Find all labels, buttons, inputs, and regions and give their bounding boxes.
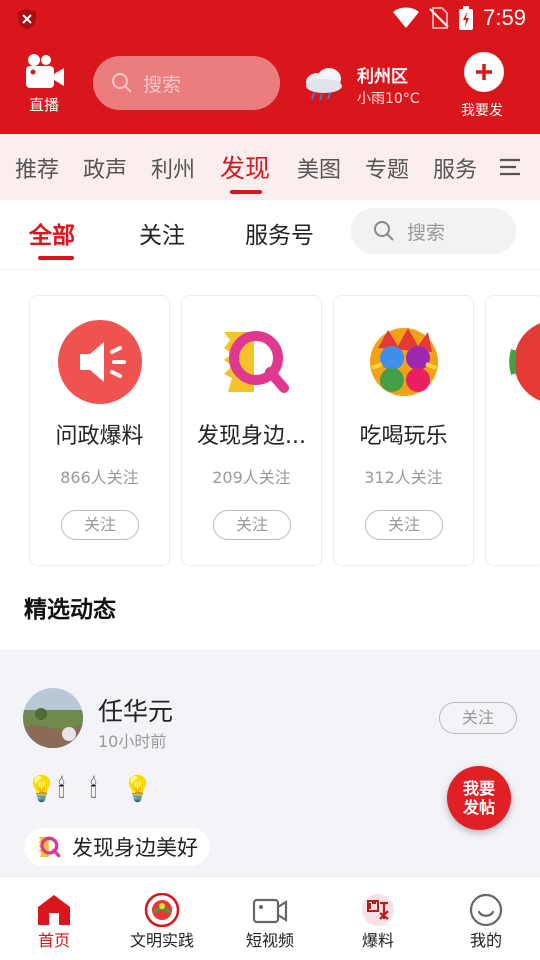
topic-follow-count: 312人关注 [364, 468, 443, 487]
active-subtab-indicator [38, 256, 74, 260]
topic-card[interactable]: 问政爆料 866人关注 关注 [29, 295, 170, 566]
nav-profile[interactable]: 我的 [432, 877, 540, 960]
follow-author-button[interactable]: 关注 [439, 702, 517, 734]
nav-home[interactable]: 首页 [0, 877, 108, 960]
sub-tabs: 全部 关注 服务号 搜索 [0, 200, 540, 270]
topic-icon-partial [509, 323, 540, 401]
video-camera-icon [26, 54, 64, 88]
plus-icon [464, 52, 504, 92]
rain-cloud-icon [306, 68, 342, 101]
post-topic-tag[interactable]: 发现身边美好 [24, 828, 210, 866]
profile-icon [469, 893, 503, 927]
topic-card-partial[interactable] [485, 295, 540, 566]
shield-icon [18, 9, 36, 29]
candle-emoji: 🕯 [58, 774, 66, 803]
topic-follow-count: 866人关注 [60, 468, 139, 487]
topic-title: 问政爆料 [55, 424, 144, 449]
candle-emoji: 🕯 [90, 774, 98, 803]
subtab-service-accounts[interactable]: 服务号 [245, 216, 314, 250]
nav-civilization[interactable]: 文明实践 [108, 877, 216, 960]
section-title: 精选动态 [24, 597, 116, 623]
nav-label: 文明实践 [129, 931, 194, 950]
eat-drink-play-logo [370, 328, 438, 396]
search-bar[interactable]: 搜索 [93, 56, 280, 110]
post-label: 我要发 [461, 103, 503, 119]
report-icon [362, 894, 394, 926]
channel-tab-politics[interactable]: 政声 [83, 152, 127, 184]
follow-button[interactable]: 关注 [213, 510, 291, 540]
discover-icon [38, 836, 61, 858]
nav-short-video[interactable]: 短视频 [216, 877, 324, 960]
channel-tabs: 推荐 政声 利州 发现 美图 专题 服务 [0, 134, 540, 200]
search-placeholder: 搜索 [143, 73, 182, 96]
weather-description: 小雨10°C [357, 91, 420, 107]
home-icon [38, 895, 70, 925]
battery-icon [459, 6, 474, 30]
post-time: 10小时前 [98, 732, 167, 751]
channel-tab-recommend[interactable]: 推荐 [15, 152, 59, 184]
create-post-fab[interactable]: 我要发帖 [447, 766, 511, 830]
post-author[interactable]: 任华元 [98, 692, 173, 728]
menu-icon[interactable] [500, 158, 520, 176]
feed-post[interactable]: 任华元 10小时前 关注 💡 🕯 🕯 💡 发现身边美好 [0, 650, 540, 876]
topic-card[interactable]: 吃喝玩乐 312人关注 关注 [333, 295, 474, 566]
discover-icon [224, 331, 289, 393]
search-icon [374, 221, 394, 241]
video-icon [252, 898, 288, 924]
nav-label: 我的 [469, 931, 502, 950]
channel-tab-discover[interactable]: 发现 [220, 149, 270, 185]
avatar[interactable] [23, 688, 83, 748]
nav-label: 首页 [37, 931, 70, 950]
lightbulb-emoji: 💡 [26, 774, 58, 803]
clock: 7:59 [483, 5, 526, 30]
no-sim-icon [429, 7, 449, 29]
nav-label: 爆料 [361, 931, 394, 950]
search-placeholder: 搜索 [407, 221, 446, 244]
channel-tab-photos[interactable]: 美图 [297, 152, 341, 184]
nav-report[interactable]: 爆料 [324, 877, 432, 960]
channel-tab-lizhou[interactable]: 利州 [151, 152, 195, 184]
topic-title: 发现身边... [197, 424, 306, 449]
bottom-nav: 首页 文明实践 短视频 爆料 我的 [0, 876, 540, 960]
topic-title: 吃喝玩乐 [359, 424, 448, 449]
topic-card[interactable]: 发现身边... 209人关注 关注 [181, 295, 322, 566]
channel-tab-topics[interactable]: 专题 [365, 152, 409, 184]
lightbulb-emoji: 💡 [122, 774, 154, 803]
live-button[interactable]: 直播 [22, 52, 66, 118]
top-header: 直播 搜索 利州区 小雨10°C 我要发 [0, 36, 540, 134]
live-label: 直播 [28, 96, 59, 114]
search-icon [112, 73, 132, 93]
topic-follow-count: 209人关注 [212, 468, 291, 487]
wifi-icon [393, 7, 420, 28]
topic-cards: 问政爆料 866人关注 关注 发现身边... 209人关注 关注 吃喝玩乐 31… [0, 270, 540, 580]
topic-tag-label: 发现身边美好 [72, 836, 198, 860]
status-bar: 7:59 [0, 0, 540, 36]
speaker-icon [58, 320, 142, 404]
post-content-emojis: 💡 🕯 🕯 💡 [26, 774, 154, 808]
subtab-all[interactable]: 全部 [29, 216, 75, 250]
status-right: 7:59 [393, 4, 526, 32]
weather-location[interactable]: 利州区 [357, 62, 408, 87]
nav-label: 短视频 [245, 931, 294, 950]
civilization-icon [144, 893, 180, 927]
channel-tab-services[interactable]: 服务 [433, 152, 477, 184]
subtab-follow[interactable]: 关注 [139, 216, 185, 250]
topic-search-bar[interactable]: 搜索 [351, 208, 516, 254]
follow-button[interactable]: 关注 [61, 510, 139, 540]
active-channel-indicator [230, 190, 262, 194]
post-button[interactable]: 我要发 [458, 52, 510, 120]
follow-button[interactable]: 关注 [365, 510, 443, 540]
